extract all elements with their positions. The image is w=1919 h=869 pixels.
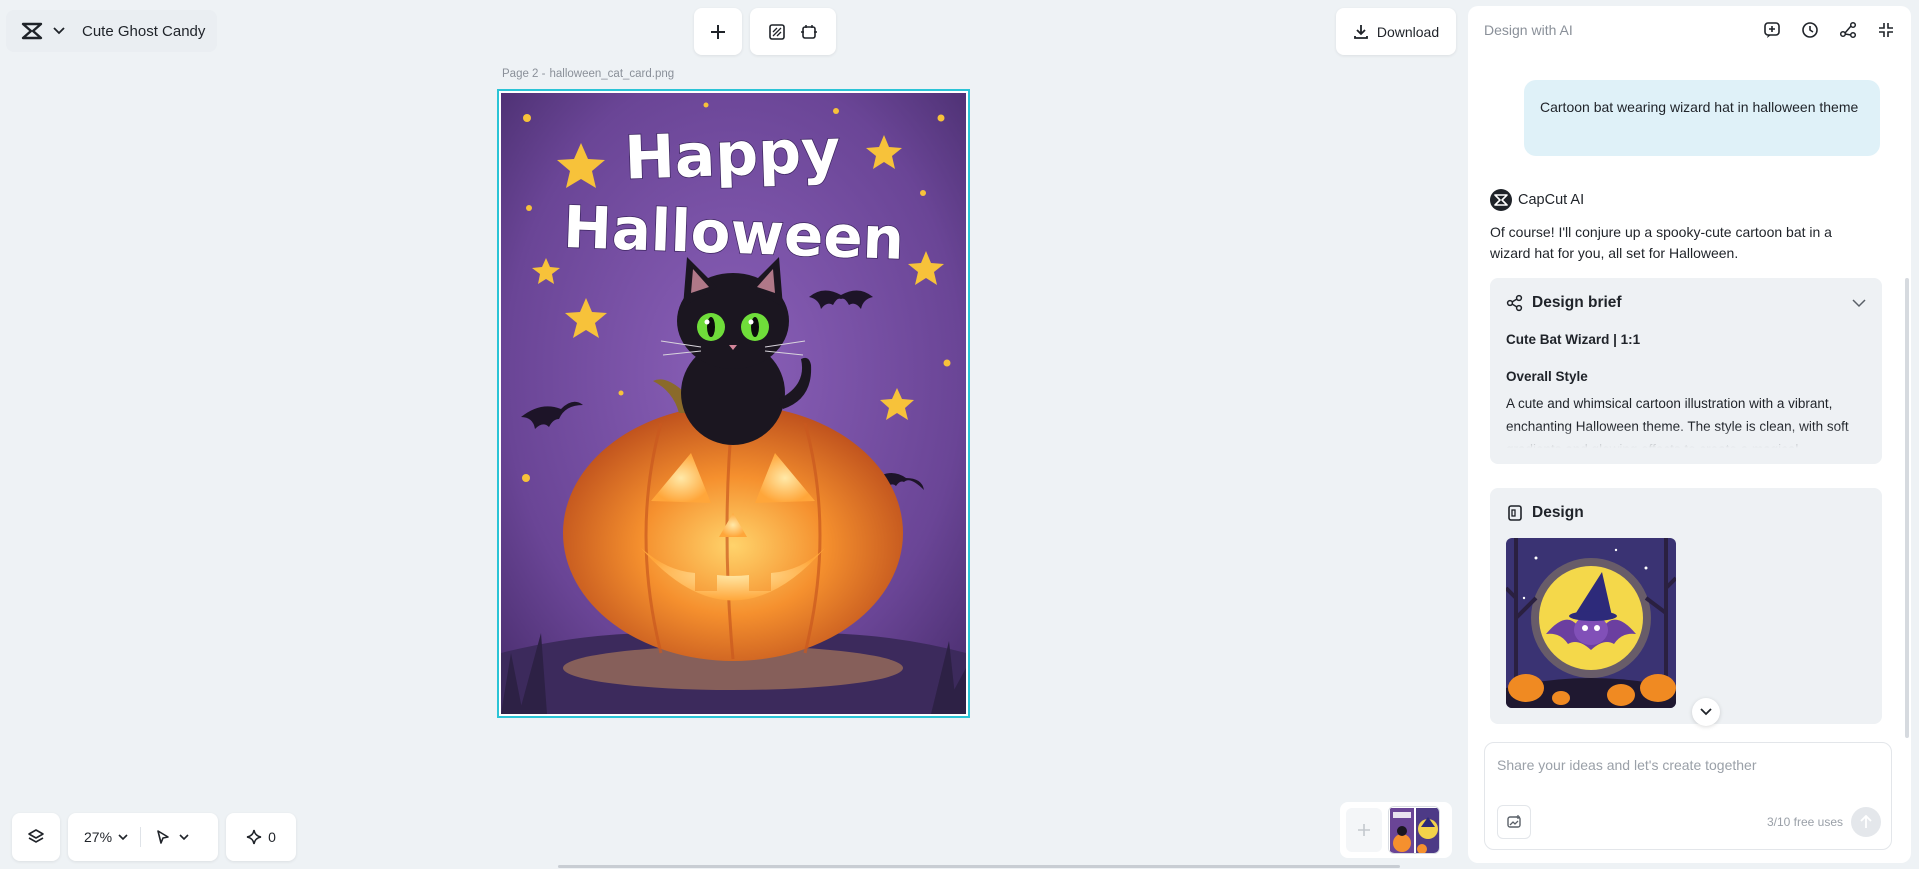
capcut-ai-avatar-icon bbox=[1490, 189, 1512, 211]
zoom-level[interactable]: 27% bbox=[84, 829, 112, 845]
crop-icon[interactable] bbox=[800, 23, 818, 41]
divider bbox=[140, 827, 142, 847]
ai-name: CapCut AI bbox=[1518, 192, 1585, 208]
design-doc-icon bbox=[1506, 504, 1524, 522]
page-number: Page 2 - bbox=[502, 68, 546, 80]
artwork-title-line2: Halloween bbox=[562, 193, 905, 273]
send-button[interactable] bbox=[1851, 807, 1881, 837]
attach-image-button[interactable] bbox=[1497, 805, 1531, 839]
sparkle-icon bbox=[246, 829, 262, 845]
brief-section-title: Overall Style bbox=[1506, 369, 1588, 384]
layers-button[interactable] bbox=[12, 813, 60, 861]
halloween-artboard[interactable]: Happy Halloween bbox=[497, 89, 970, 718]
chevron-down-icon[interactable] bbox=[179, 833, 189, 841]
panel-header: Design with AI bbox=[1468, 6, 1911, 54]
ai-count: 0 bbox=[268, 829, 276, 845]
prompt-input[interactable] bbox=[1497, 757, 1877, 773]
capcut-logo-icon bbox=[18, 17, 46, 45]
halloween-cat-card-image: Happy Halloween bbox=[501, 93, 966, 714]
horizontal-scrollbar[interactable] bbox=[558, 865, 1400, 868]
free-uses-counter: 3/10 free uses bbox=[1766, 815, 1843, 829]
project-name[interactable]: Cute Ghost Candy bbox=[82, 23, 205, 40]
panel-title: Design with AI bbox=[1484, 22, 1573, 38]
layers-icon bbox=[27, 828, 45, 846]
chevron-down-icon[interactable] bbox=[50, 27, 68, 35]
ai-reply: Of course! I'll conjure up a spooky-cute… bbox=[1490, 224, 1832, 261]
prompt-composer: 3/10 free uses bbox=[1484, 742, 1892, 850]
canvas-tools bbox=[750, 8, 836, 55]
design-title: Design bbox=[1532, 504, 1584, 521]
page-thumbnails[interactable] bbox=[1388, 806, 1440, 854]
new-chat-icon[interactable] bbox=[1763, 21, 1781, 39]
design-brief-title: Design brief bbox=[1532, 294, 1622, 311]
add-page-button[interactable] bbox=[1346, 808, 1382, 852]
file-name: halloween_cat_card.png bbox=[549, 68, 675, 80]
chevron-down-icon[interactable] bbox=[1852, 298, 1866, 308]
ai-sparkle-button[interactable]: 0 bbox=[226, 813, 296, 861]
plus-icon bbox=[709, 23, 727, 41]
design-result-card: Design bbox=[1490, 488, 1882, 726]
download-label: Download bbox=[1376, 23, 1440, 40]
bat-wizard-design-thumbnail[interactable] bbox=[1506, 538, 1676, 708]
pointer-icon[interactable] bbox=[155, 829, 171, 845]
artwork-title-line1: Happy bbox=[623, 116, 841, 193]
ai-message-header: CapCut AI bbox=[1490, 189, 1584, 211]
design-brief-card[interactable]: Design brief Cute Bat Wizard | 1:1 Overa… bbox=[1490, 278, 1882, 464]
brief-body: A cute and whimsical cartoon illustratio… bbox=[1506, 392, 1866, 448]
download-button[interactable]: Download bbox=[1336, 8, 1456, 55]
user-message: Cartoon bat wearing wizard hat in hallow… bbox=[1524, 80, 1880, 156]
brief-subtitle: Cute Bat Wizard | 1:1 bbox=[1506, 332, 1641, 347]
download-icon bbox=[1353, 24, 1369, 40]
resize-icon[interactable] bbox=[768, 23, 786, 41]
collapse-icon[interactable] bbox=[1877, 21, 1895, 39]
history-icon[interactable] bbox=[1801, 21, 1819, 39]
add-element-button[interactable] bbox=[694, 8, 742, 55]
page-strip bbox=[1340, 802, 1452, 858]
chevron-down-icon[interactable] bbox=[118, 833, 128, 841]
scroll-down-button[interactable] bbox=[1692, 698, 1720, 726]
project-menu[interactable]: Cute Ghost Candy bbox=[6, 10, 218, 52]
design-with-ai-panel: Design with AI Cartoon bat wearing wizar… bbox=[1468, 6, 1911, 863]
page-label: Page 2 - halloween_cat_card.png bbox=[502, 68, 674, 80]
brief-nodes-icon bbox=[1506, 294, 1524, 312]
share-icon[interactable] bbox=[1839, 21, 1857, 39]
panel-scrollbar[interactable] bbox=[1905, 278, 1909, 738]
zoom-controls: 27% bbox=[68, 813, 218, 861]
